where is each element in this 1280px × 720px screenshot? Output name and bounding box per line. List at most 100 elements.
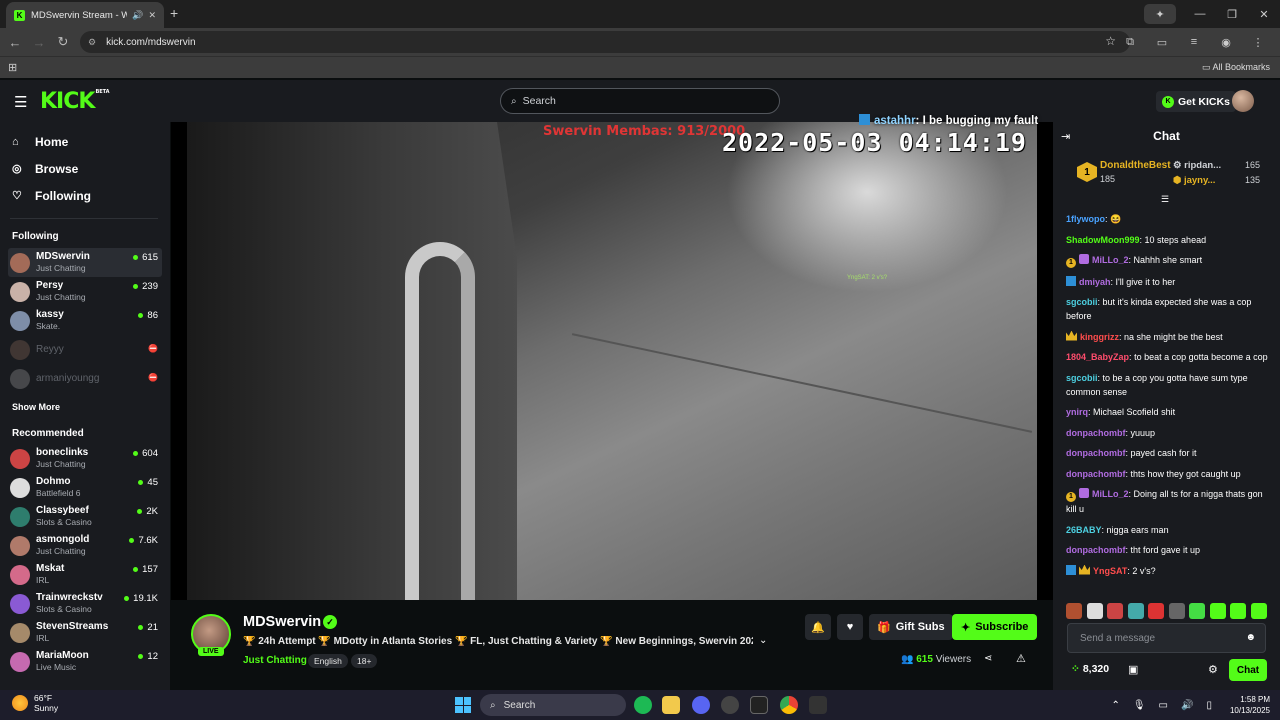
emote-icon[interactable] bbox=[1250, 603, 1267, 619]
emote-icon[interactable] bbox=[1209, 603, 1226, 619]
expand-pinned-icon[interactable]: ☰ bbox=[1161, 194, 1169, 205]
chat-username[interactable]: sgcobii bbox=[1066, 373, 1098, 383]
taskbar-search[interactable]: ⌕ Search bbox=[480, 694, 626, 716]
chat-username[interactable]: MiLLo_2 bbox=[1092, 489, 1129, 499]
chevron-up-icon[interactable]: ⌃ bbox=[1111, 700, 1119, 711]
spotify-icon[interactable] bbox=[634, 696, 652, 714]
chat-username[interactable]: kinggrizz bbox=[1080, 332, 1119, 342]
app-icon[interactable] bbox=[809, 696, 827, 714]
recommended-channel-mariamoon[interactable]: MariaMoon Live Music 12 bbox=[0, 647, 170, 676]
emoji-picker-icon[interactable]: ☻ bbox=[1245, 632, 1256, 643]
chat-username[interactable]: donpachombf bbox=[1066, 448, 1126, 458]
emote-icon[interactable] bbox=[1168, 603, 1185, 619]
chat-username[interactable]: donpachombf bbox=[1066, 469, 1126, 479]
show-more-button[interactable]: Show More bbox=[0, 402, 170, 412]
cast-icon[interactable]: ▭ bbox=[1146, 36, 1178, 49]
close-tab-icon[interactable]: ✕ bbox=[148, 10, 156, 21]
nav-home[interactable]: ⌂ Home bbox=[0, 128, 170, 155]
search-input[interactable]: ⌕ Search bbox=[500, 88, 780, 114]
recommended-channel-dohmo[interactable]: Dohmo Battlefield 6 45 bbox=[0, 473, 170, 502]
network-icon[interactable]: ▭ bbox=[1159, 700, 1168, 711]
minimize-button[interactable]: — bbox=[1184, 8, 1216, 20]
all-bookmarks-button[interactable]: ▭ All Bookmarks bbox=[1202, 62, 1270, 73]
chrome-icon[interactable] bbox=[780, 696, 798, 714]
extensions-icon[interactable]: ⧉ bbox=[1114, 36, 1146, 49]
gifter-3-name[interactable]: ⬢ jayny... bbox=[1173, 175, 1215, 186]
emote-icon[interactable] bbox=[1230, 603, 1246, 619]
volume-icon[interactable]: 🔊 bbox=[1181, 700, 1193, 711]
emote-icon[interactable] bbox=[1127, 603, 1144, 619]
windows-start-icon[interactable] bbox=[455, 697, 471, 713]
back-button[interactable]: ← bbox=[3, 35, 27, 50]
emote-icon[interactable] bbox=[1107, 603, 1123, 619]
following-channel-reyyy[interactable]: Reyyy ⛔ bbox=[0, 335, 170, 364]
chat-username[interactable]: 1804_BabyZap bbox=[1066, 352, 1129, 362]
following-channel-armaniyoungg[interactable]: armaniyoungg ⛔ bbox=[0, 364, 170, 393]
recommended-channel-classybeef[interactable]: Classybeef Slots & Casino 2K bbox=[0, 502, 170, 531]
hamburger-menu-icon[interactable]: ☰ bbox=[14, 93, 27, 111]
follow-heart-button[interactable]: ♥ bbox=[837, 614, 863, 640]
stream-category[interactable]: Just Chatting bbox=[243, 655, 307, 666]
recommended-channel-stevenstreams[interactable]: StevenStreams IRL 21 bbox=[0, 618, 170, 647]
video-player[interactable]: Swervin Membas: 913/2000 2022-05-03 04:1… bbox=[171, 114, 1053, 600]
report-icon[interactable]: ⚠ bbox=[1016, 652, 1026, 665]
video-frame[interactable]: Swervin Membas: 913/2000 2022-05-03 04:1… bbox=[187, 122, 1037, 600]
menu-icon[interactable]: ⋮ bbox=[1242, 36, 1274, 49]
restore-button[interactable]: ❐ bbox=[1216, 8, 1248, 21]
forward-button[interactable]: → bbox=[27, 35, 51, 50]
chat-username[interactable]: donpachombf bbox=[1066, 545, 1126, 555]
battery-icon[interactable]: ▯ bbox=[1206, 700, 1212, 711]
gemini-icon[interactable]: ✦ bbox=[1144, 4, 1176, 24]
recommended-channel-boneclinks[interactable]: boneclinks Just Chatting 604 bbox=[0, 444, 170, 473]
kick-logo[interactable]: KICKBETA bbox=[40, 89, 110, 114]
browser-tab[interactable]: K MDSwervin Stream - Watch 🔊 ✕ bbox=[6, 2, 164, 28]
chat-message-input[interactable]: Send a message ☻ bbox=[1067, 623, 1266, 653]
gift-icon[interactable]: ▣ bbox=[1128, 663, 1138, 676]
discord-icon[interactable] bbox=[692, 696, 710, 714]
chat-settings-icon[interactable]: ⚙ bbox=[1208, 663, 1218, 676]
emote-icon[interactable] bbox=[1148, 603, 1164, 619]
new-tab-button[interactable]: + bbox=[170, 5, 178, 21]
chat-username[interactable]: YngSAT bbox=[1093, 566, 1127, 576]
site-info-icon[interactable]: ⚙ bbox=[88, 37, 96, 48]
following-channel-persy[interactable]: Persy Just Chatting 239 bbox=[0, 277, 170, 306]
omnibox[interactable]: ⚙ kick.com/mdswervin ☆ bbox=[80, 31, 1130, 53]
gift-subs-button[interactable]: 🎁 Gift Subs bbox=[869, 614, 953, 640]
chat-username[interactable]: ynirq bbox=[1066, 407, 1088, 417]
epic-games-icon[interactable] bbox=[750, 696, 768, 714]
tag-18plus[interactable]: 18+ bbox=[351, 654, 378, 668]
nav-browse[interactable]: ◎ Browse bbox=[0, 155, 170, 182]
subscribe-button[interactable]: ✦ Subscribe bbox=[952, 614, 1038, 640]
chat-username[interactable]: sgcobii bbox=[1066, 297, 1098, 307]
user-avatar[interactable] bbox=[1232, 90, 1254, 112]
chevron-down-icon[interactable]: ⌄ bbox=[759, 635, 767, 646]
reload-button[interactable]: ↻ bbox=[51, 34, 75, 50]
recommended-channel-trainwreckstv[interactable]: Trainwreckstv Slots & Casino 19.1K bbox=[0, 589, 170, 618]
channel-name[interactable]: MDSwervin bbox=[243, 614, 321, 630]
chat-username[interactable]: MiLLo_2 bbox=[1092, 255, 1129, 265]
nav-following[interactable]: ♡ Following bbox=[0, 182, 170, 209]
get-kicks-button[interactable]: K Get KICKs bbox=[1156, 91, 1236, 112]
file-explorer-icon[interactable] bbox=[662, 696, 680, 714]
chat-username[interactable]: donpachombf bbox=[1066, 428, 1126, 438]
chat-username[interactable]: 26BABY bbox=[1066, 525, 1102, 535]
microphone-icon[interactable]: 🎙 bbox=[1133, 700, 1146, 711]
chat-username[interactable]: 1flywopo bbox=[1066, 214, 1105, 224]
chat-username[interactable]: dmiyah bbox=[1079, 277, 1111, 287]
apps-grid-icon[interactable]: ⊞ bbox=[8, 61, 17, 74]
recommended-channel-asmongold[interactable]: asmongold Just Chatting 7.6K bbox=[0, 531, 170, 560]
emote-icon[interactable] bbox=[1066, 603, 1082, 619]
channel-points[interactable]: ⁘ 8,320 bbox=[1071, 663, 1109, 675]
following-channel-kassy[interactable]: kassy Skate. 86 bbox=[0, 306, 170, 335]
share-icon[interactable]: ⋖ bbox=[984, 653, 992, 664]
send-chat-button[interactable]: Chat bbox=[1229, 659, 1267, 681]
clock[interactable]: 1:58 PM 10/13/2025 bbox=[1230, 694, 1270, 716]
speaker-icon[interactable]: 🔊 bbox=[132, 10, 143, 21]
weather-widget[interactable]: 66°F Sunny bbox=[12, 693, 58, 713]
recommended-channel-mskat[interactable]: Mskat IRL 157 bbox=[0, 560, 170, 589]
emote-icon[interactable] bbox=[1086, 603, 1103, 619]
media-icon[interactable]: ≡ bbox=[1178, 36, 1210, 48]
following-channel-mdswervin[interactable]: MDSwervin Just Chatting 615 bbox=[8, 248, 162, 277]
gifter-2-name[interactable]: ⚙ ripdan... bbox=[1173, 160, 1221, 171]
notification-bell-button[interactable]: 🔔 bbox=[805, 614, 831, 640]
